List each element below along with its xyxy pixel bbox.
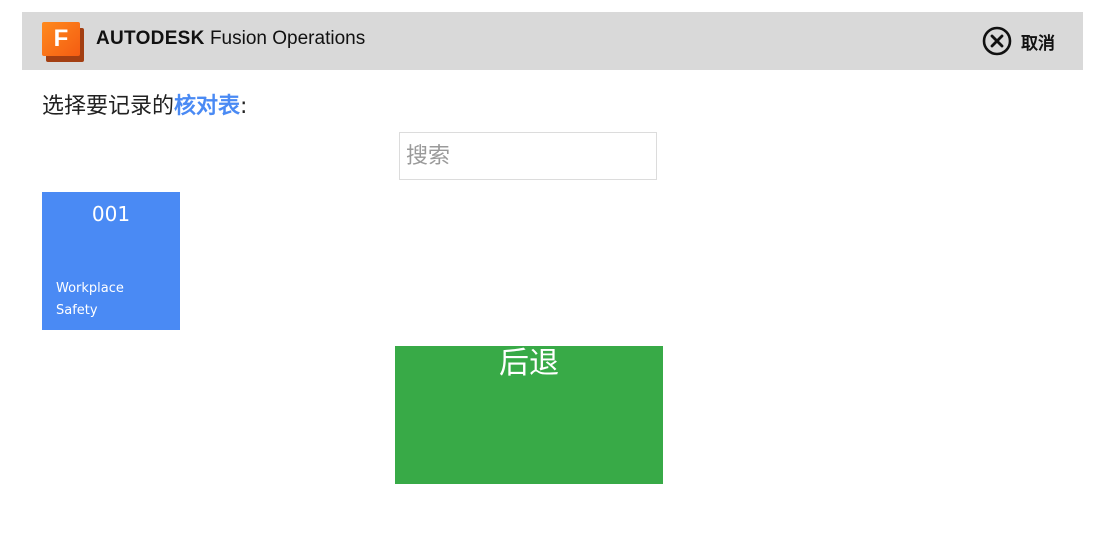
- close-circle-icon: [982, 26, 1012, 56]
- app-title: AUTODESK Fusion Operations: [96, 28, 365, 50]
- prompt-highlight: 核对表: [174, 94, 241, 119]
- logo-letter: F: [42, 22, 80, 56]
- brand-name: AUTODESK: [96, 28, 205, 49]
- checklist-number: 001: [91, 202, 131, 226]
- cancel-label: 取消: [1021, 33, 1055, 54]
- back-button[interactable]: 后退: [395, 346, 663, 484]
- product-name: Fusion Operations: [204, 28, 366, 49]
- cancel-button[interactable]: 取消: [982, 26, 1055, 56]
- checklist-tile[interactable]: 001 Workplace Safety: [42, 192, 180, 330]
- app-header: F AUTODESK Fusion Operations 取消: [22, 12, 1083, 70]
- back-button-label: 后退: [499, 346, 559, 381]
- fusion-logo-icon: F: [42, 22, 84, 62]
- search-input[interactable]: [399, 132, 657, 180]
- prompt-prefix: 选择要记录的: [42, 94, 175, 119]
- checklist-name: Workplace Safety: [56, 281, 124, 318]
- prompt-suffix: :: [240, 94, 248, 119]
- page-prompt: 选择要记录的核对表:: [42, 88, 247, 120]
